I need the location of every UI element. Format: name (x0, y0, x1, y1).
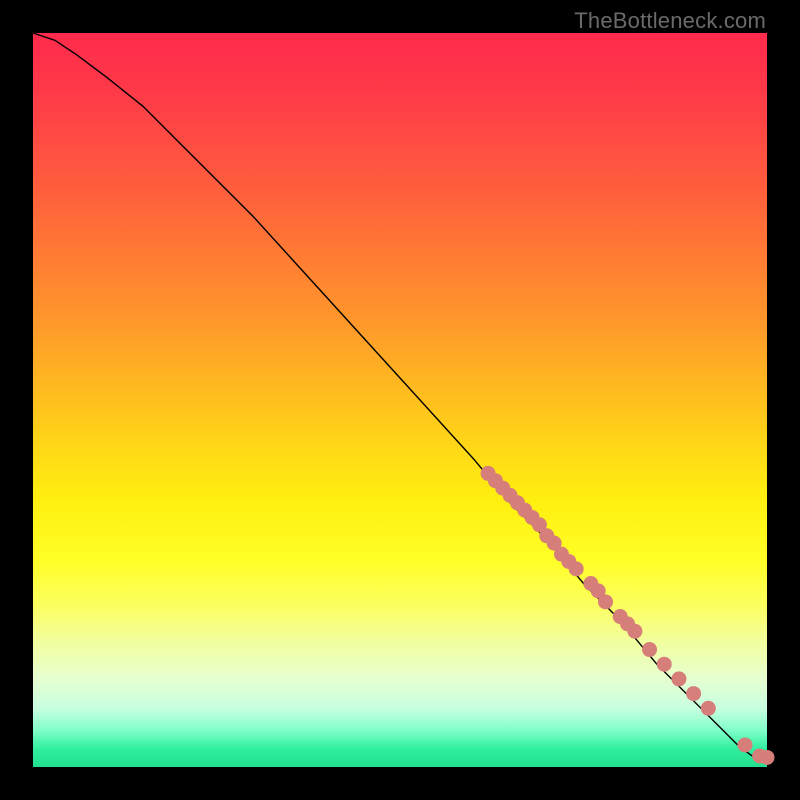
data-point (671, 671, 686, 686)
data-point (737, 737, 752, 752)
data-point (642, 642, 657, 657)
data-point (657, 657, 672, 672)
data-point (598, 594, 613, 609)
data-point (760, 750, 775, 765)
chart-svg (33, 33, 767, 767)
series-points (481, 466, 775, 765)
data-point (569, 561, 584, 576)
chart-frame: TheBottleneck.com (0, 0, 800, 800)
data-point (701, 701, 716, 716)
watermark-text: TheBottleneck.com (574, 8, 766, 34)
data-point (686, 686, 701, 701)
data-point (627, 624, 642, 639)
